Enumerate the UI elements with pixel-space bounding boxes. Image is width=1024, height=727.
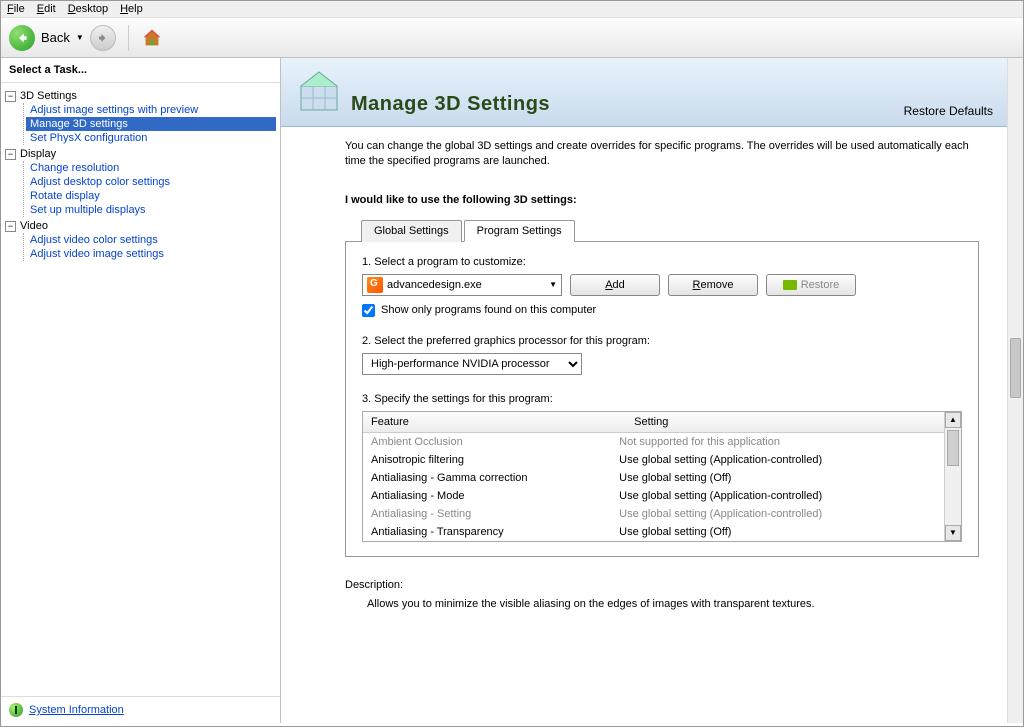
feature-cell: Anisotropic filtering bbox=[371, 454, 619, 466]
step2-label: 2. Select the preferred graphics process… bbox=[362, 335, 962, 347]
processor-select[interactable]: High-performance NVIDIA processor bbox=[362, 353, 582, 375]
feature-cell: Antialiasing - Transparency bbox=[371, 526, 619, 538]
setting-cell: Use global setting (Off) bbox=[619, 472, 935, 484]
restore-button[interactable]: Restore bbox=[766, 274, 856, 296]
feature-cell: Antialiasing - Setting bbox=[371, 508, 619, 520]
info-icon bbox=[9, 703, 23, 717]
program-settings-panel: 1. Select a program to customize: advanc… bbox=[345, 241, 979, 557]
tree-item-manage-3d[interactable]: Manage 3D settings bbox=[26, 117, 276, 131]
tree-group-video[interactable]: Video bbox=[20, 220, 48, 232]
back-button[interactable] bbox=[9, 25, 35, 51]
table-row[interactable]: Antialiasing - ModeUse global setting (A… bbox=[363, 487, 943, 505]
feature-table: Feature Setting Ambient OcclusionNot sup… bbox=[362, 411, 962, 542]
feature-cell: Antialiasing - Gamma correction bbox=[371, 472, 619, 484]
toolbar-divider bbox=[128, 25, 129, 51]
task-tree: −3D Settings Adjust image settings with … bbox=[1, 83, 280, 696]
menu-help[interactable]: Help bbox=[120, 3, 143, 15]
tree-item-desktop-color[interactable]: Adjust desktop color settings bbox=[26, 175, 276, 189]
feature-table-scrollbar[interactable]: ▲ ▼ bbox=[944, 412, 961, 541]
setting-cell: Not supported for this application bbox=[619, 436, 935, 448]
task-header: Select a Task... bbox=[1, 58, 280, 83]
tree-item-video-image[interactable]: Adjust video image settings bbox=[26, 247, 276, 261]
step1-label: 1. Select a program to customize: bbox=[362, 256, 962, 268]
setting-cell: Use global setting (Application-controll… bbox=[619, 490, 935, 502]
table-row[interactable]: Antialiasing - TransparencyUse global se… bbox=[363, 523, 943, 541]
system-information-link[interactable]: System Information bbox=[29, 704, 124, 716]
tree-group-3d[interactable]: 3D Settings bbox=[20, 90, 77, 102]
table-row[interactable]: Antialiasing - SettingUse global setting… bbox=[363, 505, 943, 523]
section-label: I would like to use the following 3D set… bbox=[345, 194, 979, 206]
menubar: File Edit Desktop Help bbox=[1, 1, 1023, 18]
page-icon bbox=[295, 68, 343, 116]
toolbar: Back ▼ bbox=[1, 18, 1023, 58]
feature-cell: Ambient Occlusion bbox=[371, 436, 619, 448]
back-label: Back bbox=[41, 30, 70, 45]
nvidia-icon bbox=[783, 280, 797, 290]
setting-col-header[interactable]: Setting bbox=[626, 412, 961, 432]
page-header: Manage 3D Settings Restore Defaults bbox=[281, 58, 1007, 127]
show-only-label: Show only programs found on this compute… bbox=[381, 304, 596, 316]
page-intro: You can change the global 3D settings an… bbox=[345, 139, 979, 170]
sidebar: Select a Task... −3D Settings Adjust ima… bbox=[1, 58, 281, 723]
table-row[interactable]: Antialiasing - Gamma correctionUse globa… bbox=[363, 469, 943, 487]
show-only-checkbox[interactable] bbox=[362, 304, 375, 317]
description-text: Allows you to minimize the visible alias… bbox=[367, 597, 979, 612]
tree-item-rotate[interactable]: Rotate display bbox=[26, 189, 276, 203]
tree-toggle-video[interactable]: − bbox=[5, 221, 16, 232]
table-row[interactable]: Ambient OcclusionNot supported for this … bbox=[363, 433, 943, 451]
tree-toggle-3d[interactable]: − bbox=[5, 91, 16, 102]
feature-cell: Antialiasing - Mode bbox=[371, 490, 619, 502]
step3-label: 3. Specify the settings for this program… bbox=[362, 393, 962, 405]
scroll-thumb[interactable] bbox=[947, 430, 959, 466]
chevron-down-icon: ▼ bbox=[549, 280, 557, 289]
program-icon bbox=[367, 277, 383, 293]
description-label: Description: bbox=[345, 579, 979, 591]
menu-desktop[interactable]: Desktop bbox=[68, 3, 108, 15]
add-button[interactable]: Add bbox=[570, 274, 660, 296]
restore-defaults-link[interactable]: Restore Defaults bbox=[904, 104, 993, 118]
scroll-up-icon[interactable]: ▲ bbox=[945, 412, 961, 428]
content-scroll-thumb[interactable] bbox=[1010, 338, 1021, 398]
tree-toggle-display[interactable]: − bbox=[5, 149, 16, 160]
setting-cell: Use global setting (Application-controll… bbox=[619, 454, 935, 466]
system-info-bar: System Information bbox=[1, 696, 280, 723]
home-icon[interactable] bbox=[141, 27, 163, 49]
setting-cell: Use global setting (Application-controll… bbox=[619, 508, 935, 520]
settings-tabs: Global Settings Program Settings bbox=[361, 220, 979, 242]
content-pane: Manage 3D Settings Restore Defaults You … bbox=[281, 58, 1023, 723]
program-select-value: advancedesign.exe bbox=[387, 279, 549, 291]
content-scrollbar[interactable] bbox=[1007, 58, 1023, 723]
table-row[interactable]: Anisotropic filteringUse global setting … bbox=[363, 451, 943, 469]
tree-item-resolution[interactable]: Change resolution bbox=[26, 161, 276, 175]
page-title: Manage 3D Settings bbox=[351, 93, 550, 116]
back-dropdown[interactable]: ▼ bbox=[76, 33, 84, 42]
menu-file[interactable]: File bbox=[7, 3, 25, 15]
tree-item-video-color[interactable]: Adjust video color settings bbox=[26, 233, 276, 247]
tree-item-multi-display[interactable]: Set up multiple displays bbox=[26, 203, 276, 217]
menu-edit[interactable]: Edit bbox=[37, 3, 56, 15]
forward-button[interactable] bbox=[90, 25, 116, 51]
feature-col-header[interactable]: Feature bbox=[363, 412, 626, 432]
tab-global[interactable]: Global Settings bbox=[361, 220, 462, 242]
setting-cell: Use global setting (Off) bbox=[619, 526, 935, 538]
tree-item-adjust-image[interactable]: Adjust image settings with preview bbox=[26, 103, 276, 117]
tab-program[interactable]: Program Settings bbox=[464, 220, 575, 242]
tree-item-physx[interactable]: Set PhysX configuration bbox=[26, 131, 276, 145]
program-select[interactable]: advancedesign.exe ▼ bbox=[362, 274, 562, 296]
tree-group-display[interactable]: Display bbox=[20, 148, 56, 160]
remove-button[interactable]: Remove bbox=[668, 274, 758, 296]
scroll-down-icon[interactable]: ▼ bbox=[945, 525, 961, 541]
